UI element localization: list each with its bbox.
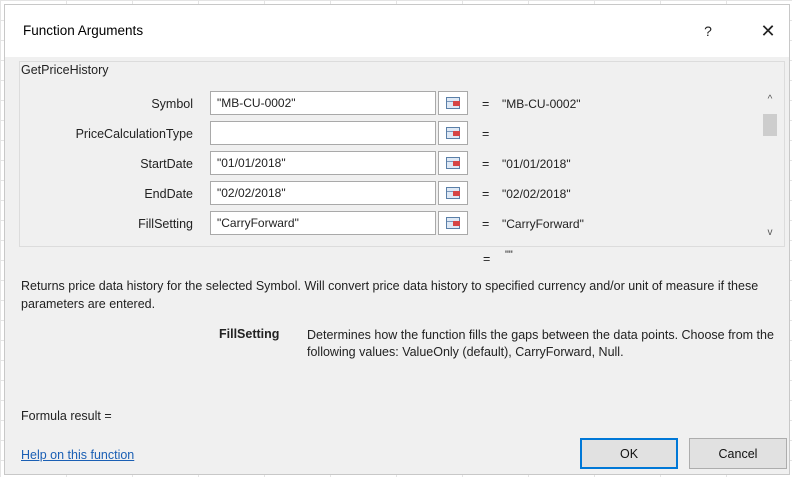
start-date-ref-button[interactable] — [438, 151, 468, 175]
fill-setting-equals: = — [482, 217, 490, 231]
symbol-ref-button[interactable] — [438, 91, 468, 115]
help-question-icon[interactable]: ? — [693, 17, 723, 45]
formula-result-label: Formula result = — [21, 409, 112, 423]
start-date-label: StartDate — [140, 157, 193, 171]
end-date-ref-button[interactable] — [438, 181, 468, 205]
fill-setting-input[interactable]: "CarryForward" — [210, 211, 436, 235]
range-select-icon — [446, 97, 460, 109]
end-date-label: EndDate — [144, 187, 193, 201]
scrollbar-thumb[interactable] — [763, 114, 777, 136]
function-arguments-dialog: Function Arguments ? ✕ GetPriceHistory S… — [4, 4, 790, 475]
parameter-help-text: Determines how the function fills the ga… — [307, 328, 774, 359]
fill-setting-ref-button[interactable] — [438, 211, 468, 235]
function-name-label: GetPriceHistory — [21, 63, 109, 77]
fill-setting-label: FillSetting — [138, 217, 193, 231]
price-calculation-type-equals: = — [482, 127, 490, 141]
symbol-input[interactable]: "MB-CU-0002" — [210, 91, 436, 115]
ok-button[interactable]: OK — [580, 438, 678, 469]
scroll-down-icon[interactable]: v — [763, 227, 777, 239]
scroll-up-icon[interactable]: ^ — [763, 94, 777, 106]
formula-preview: "" — [505, 249, 513, 261]
help-on-function-link[interactable]: Help on this function — [21, 448, 134, 462]
close-icon[interactable]: ✕ — [753, 17, 783, 45]
start-date-result: "01/01/2018" — [502, 157, 571, 171]
title-bar: Function Arguments ? ✕ — [5, 5, 789, 57]
start-date-equals: = — [482, 157, 490, 171]
dialog-title: Function Arguments — [23, 23, 144, 38]
range-select-icon — [446, 217, 460, 229]
price-calculation-type-label: PriceCalculationType — [75, 127, 193, 141]
range-select-icon — [446, 127, 460, 139]
function-description: Returns price data history for the selec… — [21, 279, 759, 311]
parameter-help-name: FillSetting — [219, 327, 280, 341]
symbol-equals: = — [482, 97, 490, 111]
range-select-icon — [446, 187, 460, 199]
symbol-label: Symbol — [151, 97, 193, 111]
range-select-icon — [446, 157, 460, 169]
price-calculation-type-input[interactable] — [210, 121, 436, 145]
cancel-button[interactable]: Cancel — [689, 438, 787, 469]
end-date-equals: = — [482, 187, 490, 201]
price-calculation-type-ref-button[interactable] — [438, 121, 468, 145]
end-date-result: "02/02/2018" — [502, 187, 571, 201]
symbol-result: "MB-CU-0002" — [502, 97, 581, 111]
fill-setting-result: "CarryForward" — [502, 217, 584, 231]
formula-equals: = — [483, 252, 491, 266]
start-date-input[interactable]: "01/01/2018" — [210, 151, 436, 175]
end-date-input[interactable]: "02/02/2018" — [210, 181, 436, 205]
